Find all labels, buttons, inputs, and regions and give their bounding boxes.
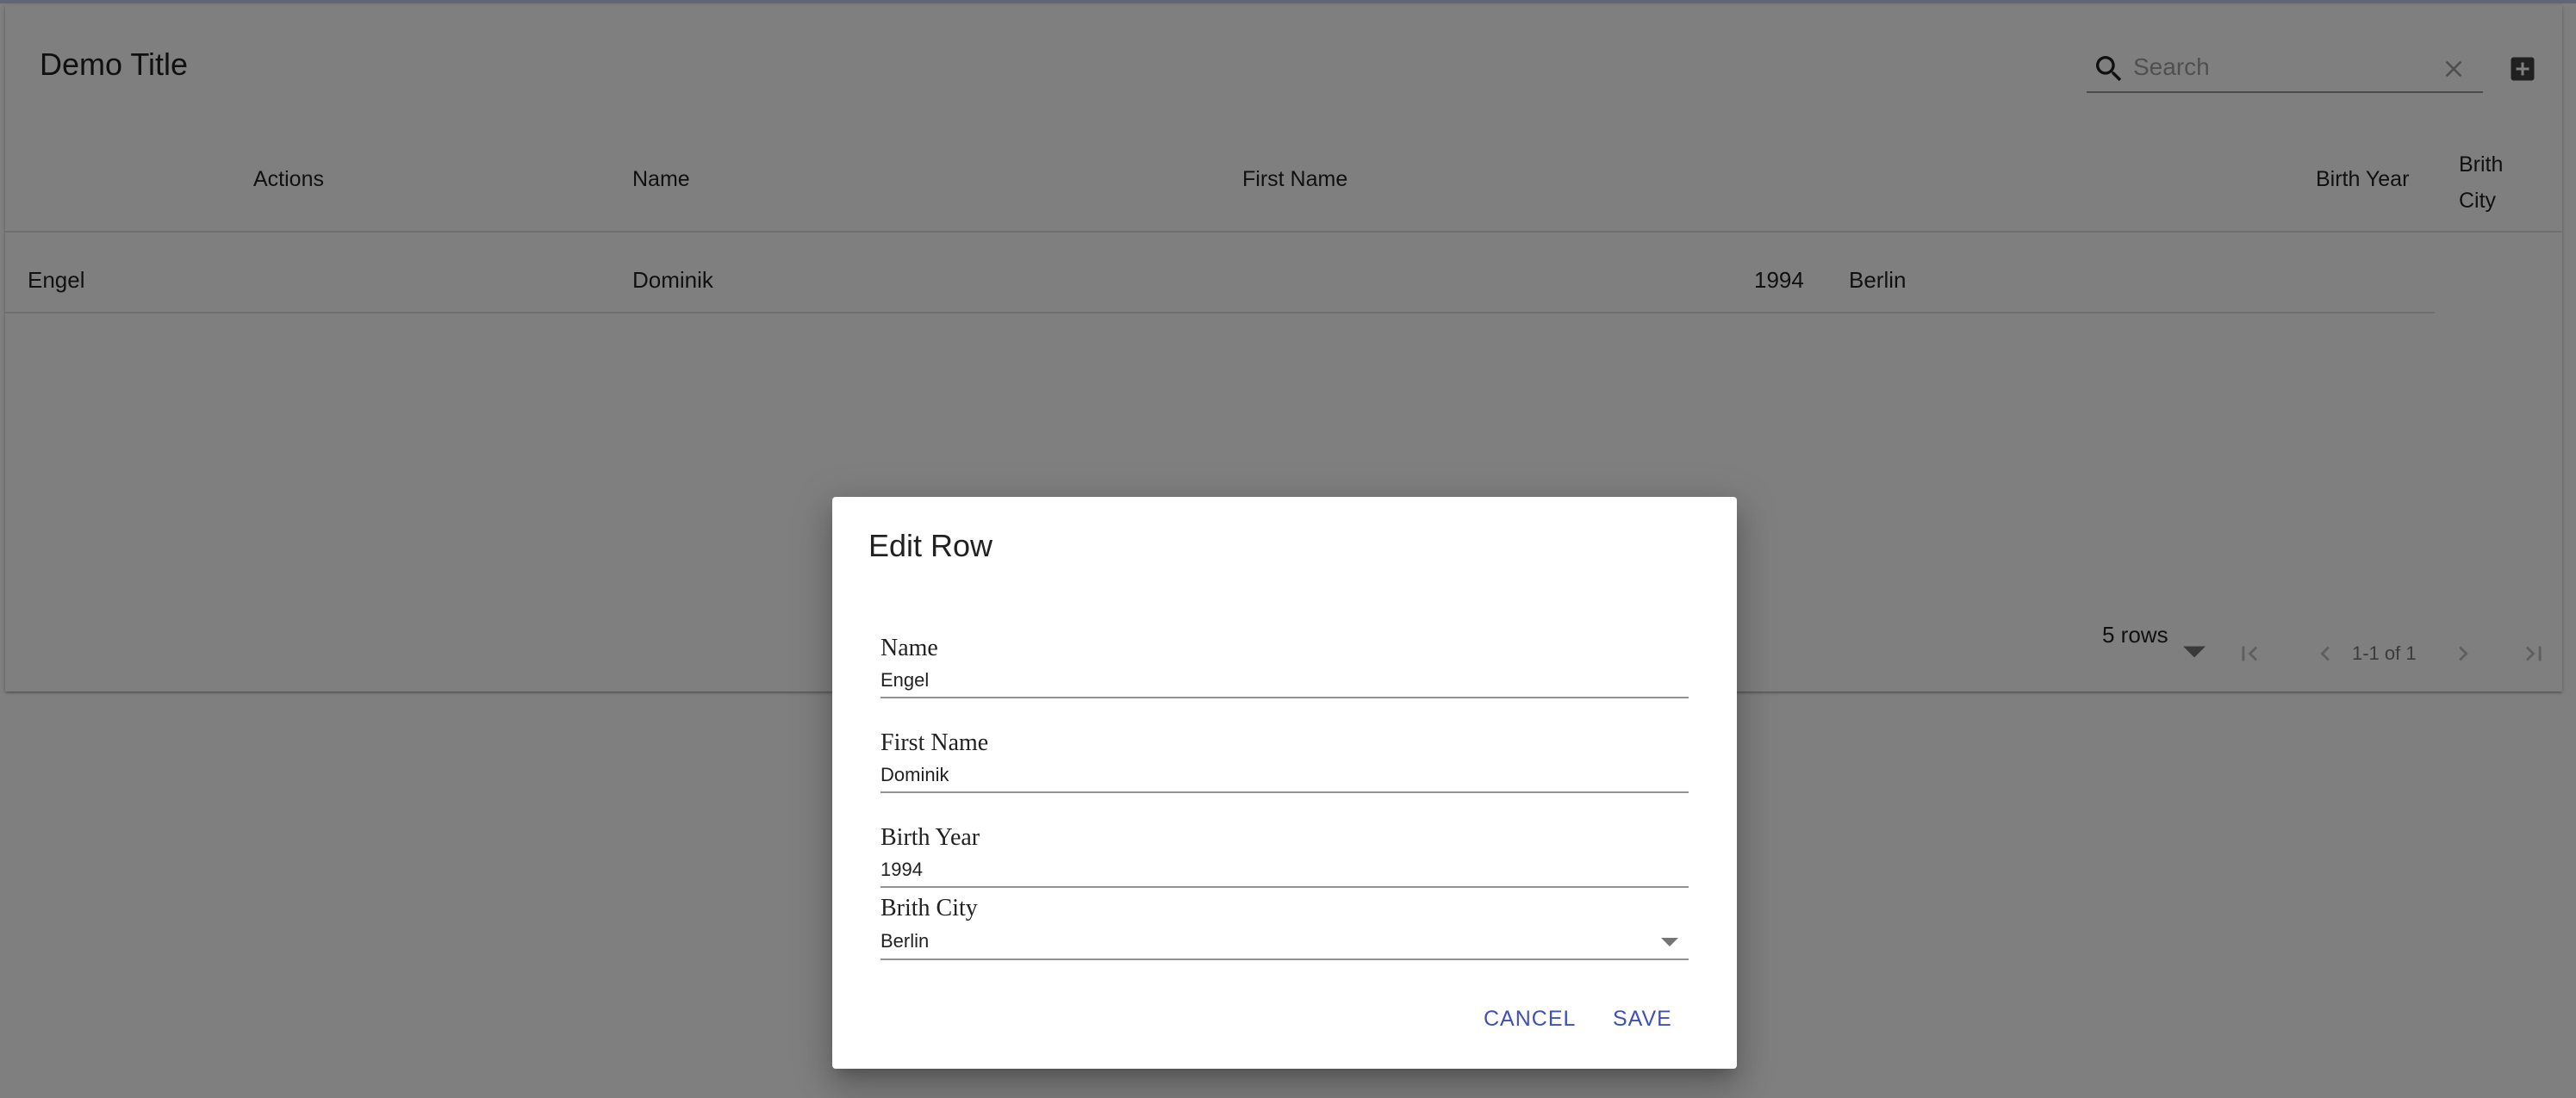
birth-year-field: Birth Year	[880, 824, 1689, 888]
birth-city-field: Brith City Berlin	[880, 895, 1689, 960]
first-name-field: First Name	[880, 729, 1689, 793]
name-label: Name	[880, 635, 938, 661]
cancel-button[interactable]: CANCEL	[1477, 1000, 1583, 1038]
save-button[interactable]: SAVE	[1606, 1000, 1679, 1038]
birth-city-select[interactable]: Berlin	[880, 924, 1689, 960]
name-field: Name	[880, 635, 1689, 698]
edit-row-dialog: Edit Row Name First Name Birth Year Brit…	[832, 497, 1737, 1069]
birth-year-input[interactable]	[880, 853, 1689, 888]
name-input[interactable]	[880, 664, 1689, 698]
first-name-input[interactable]	[880, 759, 1689, 793]
birth-city-label: Brith City	[880, 895, 978, 921]
first-name-label: First Name	[880, 729, 989, 756]
birth-city-value: Berlin	[880, 930, 930, 952]
dialog-title: Edit Row	[868, 528, 993, 563]
arrow-drop-down-icon[interactable]	[1661, 938, 1678, 946]
birth-year-label: Birth Year	[880, 824, 980, 851]
